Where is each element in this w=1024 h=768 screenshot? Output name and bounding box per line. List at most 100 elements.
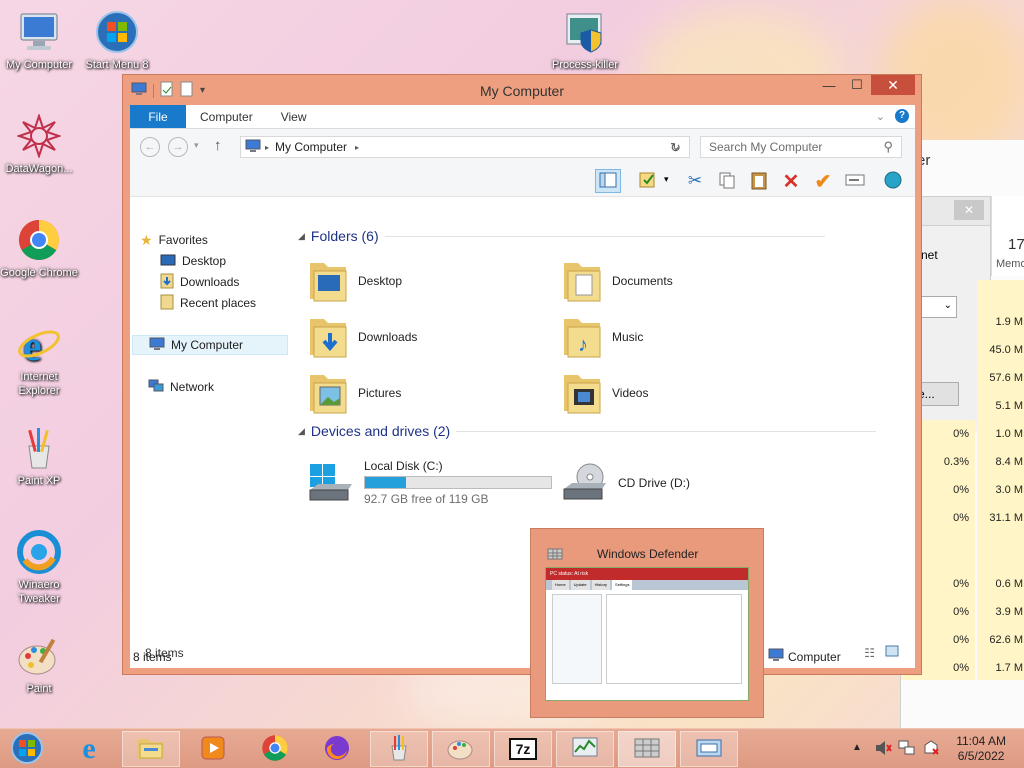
folder-documents[interactable]: Documents (562, 256, 812, 306)
taskbar-chrome[interactable] (246, 731, 304, 767)
desktop-icon-chrome[interactable]: Google Chrome (0, 216, 78, 280)
tab-computer[interactable]: Computer (186, 105, 267, 128)
network-status-icon[interactable] (898, 739, 916, 760)
properties-button[interactable] (635, 169, 661, 193)
chevron-down-icon[interactable]: ▾ (664, 174, 669, 185)
taskbar-task-manager[interactable] (556, 731, 614, 767)
chevron-right-icon[interactable]: ▸ (355, 143, 359, 152)
volume-muted-icon[interactable] (874, 739, 892, 760)
drive-info: Local Disk (C:) 92.7 GB free of 119 GB (364, 459, 552, 506)
forward-button[interactable]: → (168, 137, 188, 157)
folder-videos[interactable]: Videos (562, 368, 812, 418)
refresh-icon[interactable]: ↻ (670, 140, 681, 156)
close-button[interactable]: ✕ (871, 75, 915, 95)
desktop-icon-label: DataWagon... (5, 163, 73, 175)
chevron-down-icon[interactable]: ⌄ (876, 110, 885, 123)
ie-icon: e (82, 732, 96, 765)
desktop-icon-start-menu[interactable]: Start Menu 8 (78, 8, 156, 72)
desktop-icon-winaero[interactable]: Winaero Tweaker (0, 528, 78, 606)
nav-favorites[interactable]: ★ Favorites (140, 230, 208, 250)
column-header[interactable]: 17 Memo (991, 196, 1024, 276)
minimize-icon: — (822, 77, 836, 93)
search-input[interactable]: Search My Computer ⚲ (700, 136, 902, 158)
taskbar-windows-defender[interactable] (618, 731, 676, 767)
paste-button[interactable] (746, 169, 772, 193)
folder-icon (308, 313, 348, 362)
drive-cd-d[interactable]: CD Drive (D:) (562, 458, 812, 508)
memory-value: 1.9 M (995, 316, 1023, 328)
taskbar-thumbnail[interactable]: Windows Defender PC status: At risk Home… (530, 528, 764, 718)
folders-group-header[interactable]: ◢ Folders (6) (298, 228, 825, 244)
memory-value: 62.6 M (989, 634, 1023, 646)
help-icon[interactable]: ? (895, 109, 909, 123)
tab-file[interactable]: File (130, 105, 186, 128)
properties-icon (638, 171, 658, 192)
preview-content (606, 594, 742, 684)
desktop-icon-label: Start Menu 8 (85, 59, 149, 71)
globe-button[interactable] (880, 169, 906, 193)
nav-downloads[interactable]: Downloads (160, 272, 239, 292)
rename-button[interactable] (842, 169, 868, 193)
drive-local-disk-c[interactable]: Local Disk (C:) 92.7 GB free of 119 GB (308, 454, 558, 510)
desktop-icon-process-killer[interactable]: Process-killer (546, 8, 624, 72)
search-icon[interactable]: ⚲ (883, 139, 893, 155)
close-icon[interactable]: ✕ (954, 200, 984, 220)
action-center-icon[interactable] (922, 739, 940, 760)
nav-network[interactable]: Network (148, 377, 214, 397)
folder-downloads[interactable]: Downloads (308, 312, 558, 362)
preview-tab: History (591, 580, 611, 590)
taskbar-firefox[interactable] (308, 731, 366, 767)
datawagon-icon (15, 112, 63, 160)
taskbar-ie[interactable]: e (60, 731, 118, 767)
taskbar-paint-xp[interactable] (370, 731, 428, 767)
nav-recent-places[interactable]: Recent places (160, 293, 256, 313)
desktop-icon-ie[interactable]: e Internet Explorer (0, 320, 78, 398)
taskbar-media-player[interactable] (184, 731, 242, 767)
memory-value: 8.4 M (995, 456, 1023, 468)
desktop-icon-paint[interactable]: Paint (0, 632, 78, 696)
taskbar-app[interactable] (680, 731, 738, 767)
clock-date: 6/5/2022 (957, 749, 1005, 763)
folder-label: Videos (612, 386, 649, 400)
desktop-icon-paint-xp[interactable]: Paint XP (0, 424, 78, 488)
file-explorer-icon (136, 735, 166, 764)
address-bar[interactable]: ▸ My Computer ▸ ⌄ (240, 136, 690, 158)
copy-button[interactable] (714, 169, 740, 193)
folder-pictures[interactable]: Pictures (308, 368, 558, 418)
folder-desktop[interactable]: Desktop (308, 256, 558, 306)
chrome-icon (15, 216, 63, 264)
delete-button[interactable]: ✕ (778, 169, 804, 193)
drive-free-space: 92.7 GB free of 119 GB (364, 491, 489, 506)
start-menu-icon (93, 8, 141, 56)
system-clock[interactable]: 11:04 AM 6/5/2022 (956, 734, 1006, 764)
preview-pane-button[interactable] (595, 169, 621, 193)
navigation-pane: ★ Favorites Desktop Downloads Recent pla… (130, 228, 290, 638)
desktop-icon-label: Paint XP (17, 475, 61, 487)
explorer-window[interactable]: ▾ My Computer — ☐ ✕ File Computer View ⌄… (122, 74, 922, 675)
copy-icon (718, 171, 736, 192)
cut-button[interactable]: ✂ (682, 169, 708, 193)
nav-desktop[interactable]: Desktop (160, 251, 226, 271)
taskbar-7zip[interactable]: 7z (494, 731, 552, 767)
show-hidden-icons[interactable]: ▲ (852, 742, 862, 753)
address-text: My Computer (275, 140, 348, 154)
preview-title: PC status: At risk (546, 568, 748, 580)
back-button[interactable]: ← (140, 137, 160, 157)
devices-group-header[interactable]: ◢ Devices and drives (2) (298, 423, 877, 439)
folder-music[interactable]: ♪ Music (562, 312, 812, 362)
up-arrow-icon[interactable]: ↑ (214, 137, 222, 154)
tab-view[interactable]: View (267, 105, 321, 128)
taskbar-paint[interactable] (432, 731, 490, 767)
nav-my-computer[interactable]: My Computer (132, 335, 288, 355)
chevron-right-icon[interactable]: ▸ (265, 143, 269, 152)
title-bar[interactable]: ▾ My Computer — ☐ ✕ (123, 75, 921, 105)
select-button[interactable]: ✔ (810, 169, 836, 193)
recent-locations-icon[interactable]: ▾ (194, 140, 199, 151)
start-button[interactable] (0, 731, 54, 767)
minimize-button[interactable]: — (815, 75, 843, 95)
taskbar-explorer[interactable] (122, 731, 180, 767)
desktop-icon-datawagon[interactable]: DataWagon... (0, 112, 78, 176)
chrome-icon (261, 734, 289, 765)
desktop-icon-my-computer[interactable]: My Computer (0, 8, 78, 72)
maximize-button[interactable]: ☐ (843, 75, 871, 95)
